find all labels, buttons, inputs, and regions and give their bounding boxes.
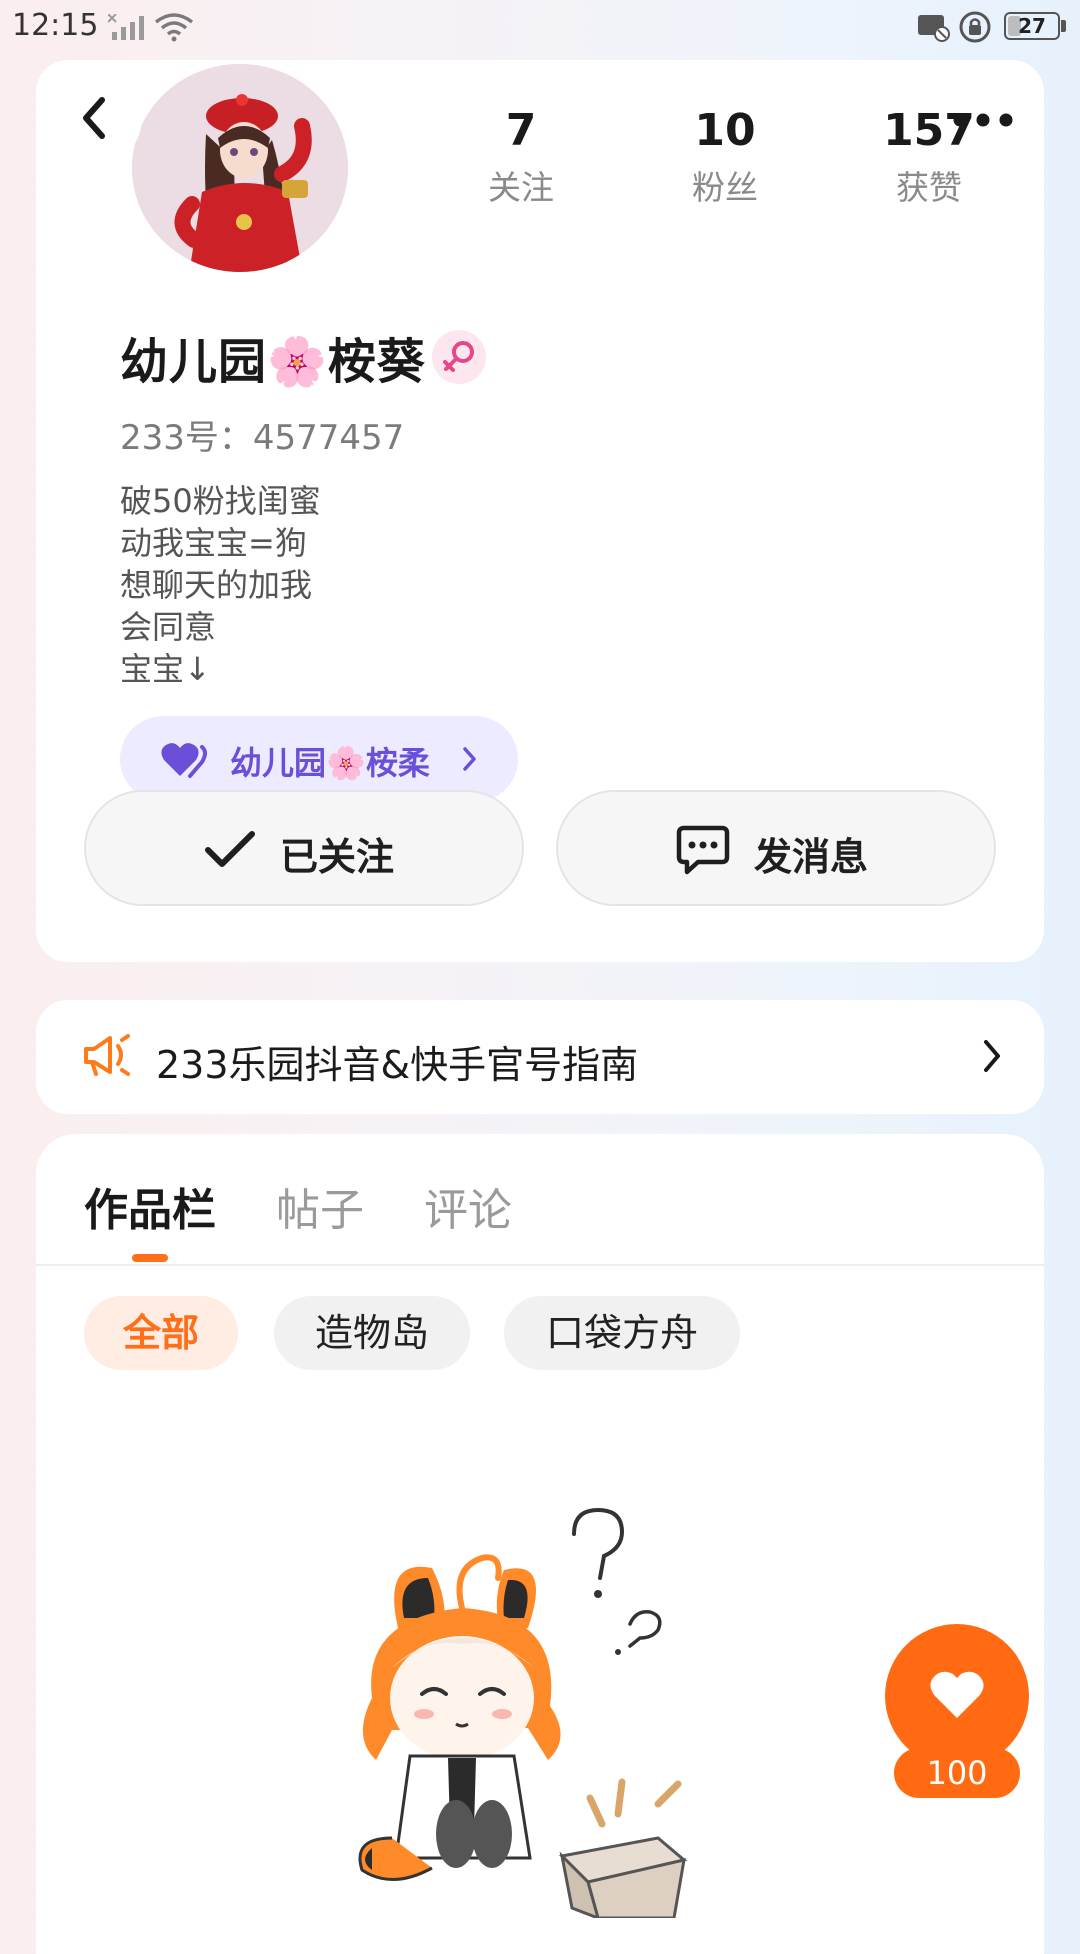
gender-badge [432,330,486,384]
like-button[interactable] [885,1624,1029,1768]
message-button-label: 发消息 [754,835,869,879]
bio-line: 宝宝↓ [120,650,211,688]
message-button[interactable]: 发消息 [556,790,996,906]
battery-text: 27 [1018,14,1046,38]
filter-all[interactable]: 全部 [84,1296,238,1370]
tab-divider [36,1264,1044,1266]
purple-heart-icon [161,743,207,778]
avatar[interactable] [128,60,352,276]
status-time: 12:15 [12,8,99,43]
filter-creation-island[interactable]: 造物岛 [274,1296,470,1370]
follow-button[interactable]: 已关注 [84,790,524,906]
avatar-image [132,64,348,272]
chevron-right-icon [463,747,476,771]
stat-followers-value: 10 [694,105,756,156]
female-icon [443,341,474,372]
user-name: 幼儿园🌸桉葵 [120,334,426,390]
stat-following[interactable]: 7 关注 [441,104,601,212]
stat-following-label: 关注 [488,168,554,207]
chevron-left-icon [83,97,105,139]
bio-line: 会同意 [120,608,217,646]
check-icon [205,831,255,867]
bio-line: 动我宝宝=狗 [120,524,307,562]
tab-comments[interactable]: 评论 [424,1174,512,1238]
chat-bubble-icon [676,825,730,875]
content-section: 作品栏 帖子 评论 全部 造物岛 口袋方舟 [36,1134,1044,1954]
bio-line: 破50粉找闺蜜 [120,482,321,520]
profile-card: 7 关注 10 粉丝 157 获赞 幼儿园🌸桉葵 233号：4577457 破5… [36,60,1044,962]
tab-active-indicator [132,1254,168,1262]
battery-cap [1061,20,1066,32]
stat-likes-label: 获赞 [896,168,962,207]
bio: 破50粉找闺蜜 动我宝宝=狗 想聊天的加我 会同意 宝宝↓ [120,480,321,690]
stat-followers-label: 粉丝 [692,168,758,207]
status-bar: 12:15 27 [0,0,1080,56]
filter-pocket-ark[interactable]: 口袋方舟 [504,1296,740,1370]
announcement-text: 233乐园抖音&快手官号指南 [156,1043,639,1087]
rotation-lock-icon [959,11,991,43]
follow-button-label: 已关注 [280,835,395,879]
chevron-right-icon [984,1040,1000,1072]
notification-off-icon [918,15,950,42]
wifi-icon [154,13,194,42]
heart-icon [930,1671,984,1718]
announcement-bar[interactable]: 233乐园抖音&快手官号指南 [36,1000,1044,1114]
back-button[interactable] [58,72,142,164]
user-id: 233号：4577457 [120,418,405,458]
relation-label: 幼儿园🌸桉柔 [230,744,430,782]
like-count: 100 [894,1748,1020,1798]
signal-icon [108,14,144,40]
more-icon[interactable] [950,108,1016,132]
battery-indicator: 27 [1004,12,1060,40]
stat-following-value: 7 [505,105,537,156]
tab-works[interactable]: 作品栏 [84,1174,216,1238]
bio-line: 想聊天的加我 [120,566,313,604]
stat-followers[interactable]: 10 粉丝 [645,104,805,212]
megaphone-icon [84,1034,130,1076]
empty-state-illustration [358,1507,688,1918]
tab-posts[interactable]: 帖子 [276,1174,364,1238]
